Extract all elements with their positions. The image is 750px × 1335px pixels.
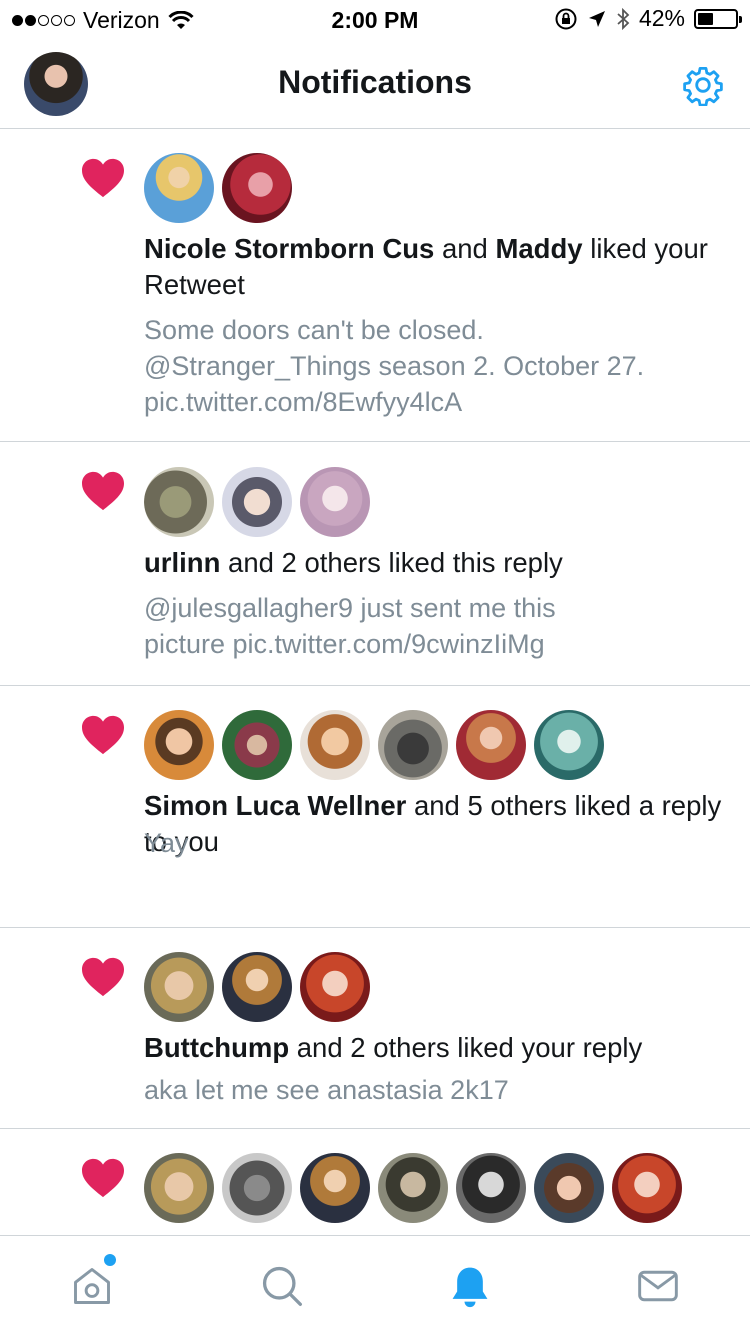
page-title: Notifications: [278, 64, 472, 100]
notification-item[interactable]: Buttchump and 2 others liked your reply …: [0, 928, 750, 1129]
tweet-preview[interactable]: @julesgallagher9 just sent me this pictu…: [144, 590, 734, 662]
notification-item[interactable]: Nicole Stormborn Cus and Maddy liked you…: [0, 129, 750, 442]
actor-name[interactable]: Nicole Stormborn Cus: [144, 233, 434, 264]
heart-icon: [82, 957, 124, 997]
home-icon[interactable]: [70, 1264, 114, 1308]
status-bar: Verizon 2:00 PM 42%: [0, 0, 750, 40]
new-tweets-indicator: [104, 1254, 116, 1266]
avatar[interactable]: [144, 153, 214, 223]
tweet-preview[interactable]: Yay: [144, 825, 734, 861]
search-icon[interactable]: [260, 1264, 304, 1308]
notification-text: Nicole Stormborn Cus and Maddy liked you…: [144, 233, 708, 300]
avatar[interactable]: [222, 467, 292, 537]
liker-avatars: [144, 952, 370, 1022]
avatar[interactable]: [612, 1153, 682, 1223]
avatar[interactable]: [300, 1153, 370, 1223]
avatar[interactable]: [534, 710, 604, 780]
avatar[interactable]: [222, 710, 292, 780]
notification-item[interactable]: urlinn and 2 others liked this reply @ju…: [0, 442, 750, 686]
tab-bar: [0, 1235, 750, 1335]
avatar[interactable]: [144, 952, 214, 1022]
location-arrow-icon: [588, 10, 605, 27]
avatar[interactable]: [222, 153, 292, 223]
gear-icon[interactable]: [682, 64, 724, 106]
actor-name[interactable]: Maddy: [495, 233, 582, 264]
battery-percent: 42%: [638, 5, 685, 31]
mail-icon[interactable]: [636, 1264, 680, 1308]
heart-icon: [82, 471, 124, 511]
avatar[interactable]: [456, 1153, 526, 1223]
actor-name[interactable]: urlinn: [144, 547, 220, 578]
avatar[interactable]: [300, 467, 370, 537]
notification-item[interactable]: [0, 1129, 750, 1235]
heart-icon: [82, 158, 124, 198]
avatar[interactable]: [300, 710, 370, 780]
notification-item[interactable]: Simon Luca Wellner and 5 others liked a …: [0, 686, 750, 928]
avatar[interactable]: [456, 710, 526, 780]
notification-text: urlinn and 2 others liked this reply: [144, 547, 563, 578]
notification-text: Buttchump and 2 others liked your reply: [144, 1032, 643, 1063]
avatar[interactable]: [378, 1153, 448, 1223]
avatar[interactable]: [378, 710, 448, 780]
heart-icon: [82, 715, 124, 755]
actor-name[interactable]: Simon Luca Wellner: [144, 790, 406, 821]
tweet-preview[interactable]: aka let me see anastasia 2k17: [144, 1072, 734, 1108]
avatar[interactable]: [534, 1153, 604, 1223]
avatar[interactable]: [144, 467, 214, 537]
avatar[interactable]: [144, 1153, 214, 1223]
avatar[interactable]: [300, 952, 370, 1022]
bell-icon[interactable]: [448, 1264, 492, 1308]
top-bar: Notifications: [0, 40, 750, 129]
avatar[interactable]: [144, 710, 214, 780]
liker-avatars: [144, 467, 370, 537]
bluetooth-icon: [617, 7, 630, 30]
avatar[interactable]: [222, 952, 292, 1022]
battery-icon: [694, 8, 742, 29]
liker-avatars: [144, 153, 292, 223]
tweet-preview[interactable]: Some doors can't be closed. @Stranger_Th…: [144, 312, 734, 420]
avatar[interactable]: [222, 1153, 292, 1223]
orientation-lock-icon: [555, 8, 577, 29]
notifications-feed[interactable]: Nicole Stormborn Cus and Maddy liked you…: [0, 129, 750, 1235]
actor-name[interactable]: Buttchump: [144, 1032, 289, 1063]
liker-avatars: [144, 1153, 682, 1223]
liker-avatars: [144, 710, 604, 780]
heart-icon: [82, 1158, 124, 1198]
